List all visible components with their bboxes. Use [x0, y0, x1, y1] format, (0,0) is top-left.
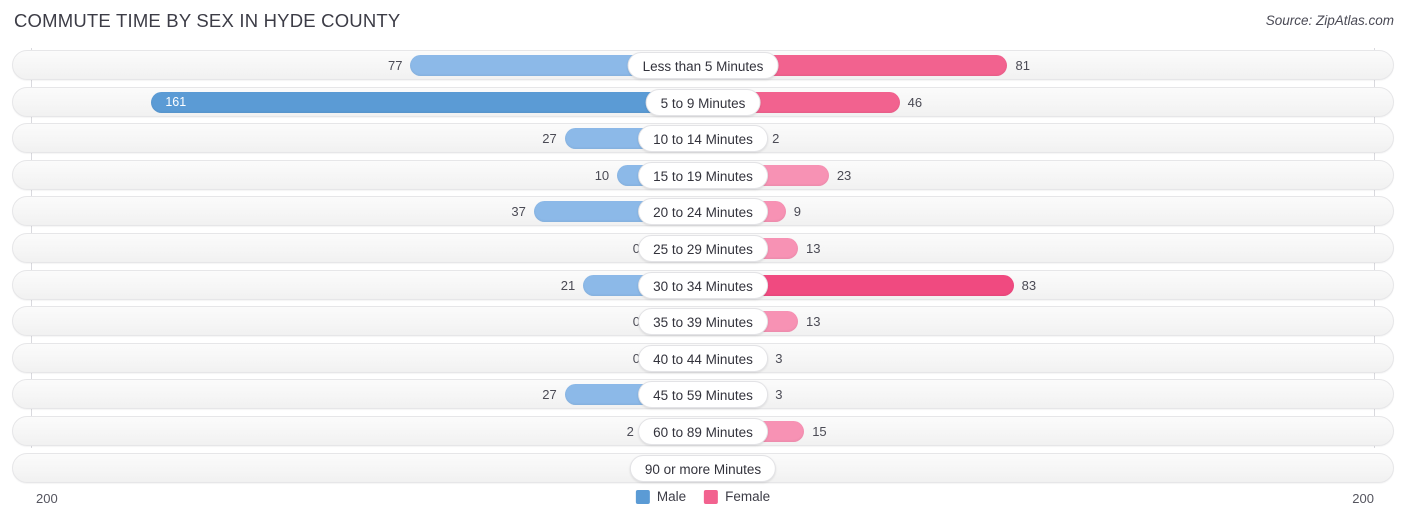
chart-row: 0 3 40 to 44 Minutes: [0, 340, 1406, 377]
category-label: 15 to 19 Minutes: [638, 161, 768, 189]
category-label: 30 to 34 Minutes: [638, 271, 768, 299]
male-value-label: 27: [542, 131, 557, 147]
chart-row: 77 81 Less than 5 Minutes: [0, 47, 1406, 84]
chart-legend: Male Female: [635, 489, 770, 504]
chart-row: 37 9 20 to 24 Minutes: [0, 193, 1406, 230]
female-value-label: 81: [1015, 58, 1030, 73]
male-value-label: 37: [511, 204, 526, 220]
axis-max-left: 200: [36, 491, 58, 506]
chart-row: 0090 or more Minutes: [0, 450, 1406, 487]
source-attribution: Source: ZipAtlas.com: [1265, 13, 1394, 28]
legend-swatch-icon: [635, 489, 650, 504]
category-label: 25 to 29 Minutes: [638, 234, 768, 262]
legend-swatch-icon: [704, 489, 719, 504]
legend-label: Male: [656, 489, 687, 504]
male-bar[interactable]: [151, 91, 703, 113]
male-value-label: 77: [388, 58, 403, 73]
chart-row: 2 15 60 to 89 Minutes: [0, 413, 1406, 450]
male-value-label: 161: [165, 94, 187, 109]
category-label: 20 to 24 Minutes: [638, 198, 768, 226]
male-value-label: 27: [542, 387, 557, 403]
category-label: Less than 5 Minutes: [627, 52, 779, 79]
chart-row: 27 3 45 to 59 Minutes: [0, 376, 1406, 413]
chart-header: COMMUTE TIME BY SEX IN HYDE COUNTY Sourc…: [0, 0, 1406, 44]
chart-row: 27 2 10 to 14 Minutes: [0, 120, 1406, 157]
female-value-label: 3: [775, 350, 783, 366]
female-value-label: 13: [806, 240, 821, 256]
category-label: 45 to 59 Minutes: [638, 381, 768, 409]
category-label: 90 or more Minutes: [629, 454, 777, 482]
chart-footer: 200 200 Male Female: [0, 483, 1406, 523]
female-value-label: 15: [812, 423, 827, 439]
category-label: 35 to 39 Minutes: [638, 308, 768, 336]
female-value-label: 46: [907, 94, 923, 110]
chart-row: 10 23 15 to 19 Minutes: [0, 157, 1406, 194]
male-value-label: 2: [626, 423, 634, 439]
category-label: 60 to 89 Minutes: [638, 417, 768, 445]
chart-row: 21 83 30 to 34 Minutes: [0, 267, 1406, 304]
female-value-label: 13: [806, 314, 821, 330]
male-value-label: 21: [560, 277, 576, 293]
chart-row: 161 46 5 to 9 Minutes: [0, 84, 1406, 121]
female-value-label: 9: [793, 204, 801, 220]
legend-item-female[interactable]: Female: [704, 489, 770, 504]
page-title: COMMUTE TIME BY SEX IN HYDE COUNTY: [14, 10, 401, 31]
chart-plot-area: 77 81 Less than 5 Minutes 161 46 5 to 9 Minut…: [0, 44, 1406, 484]
legend-item-male[interactable]: Male: [635, 489, 687, 504]
chart-rows: 77 81 Less than 5 Minutes 161 46 5 to 9 Minut…: [0, 47, 1406, 486]
chart-row: 0 13 35 to 39 Minutes: [0, 303, 1406, 340]
category-label: 10 to 14 Minutes: [638, 125, 768, 153]
chart-row: 0 13 25 to 29 Minutes: [0, 230, 1406, 267]
category-label: 40 to 44 Minutes: [638, 344, 768, 372]
axis-max-right: 200: [1352, 491, 1374, 506]
female-value-label: 3: [775, 387, 783, 403]
female-value-label: 23: [836, 167, 852, 183]
category-label: 5 to 9 Minutes: [645, 88, 761, 116]
male-value-label: 10: [594, 167, 610, 183]
legend-label: Female: [725, 489, 771, 504]
female-value-label: 83: [1021, 277, 1037, 293]
female-value-label: 2: [772, 131, 780, 147]
